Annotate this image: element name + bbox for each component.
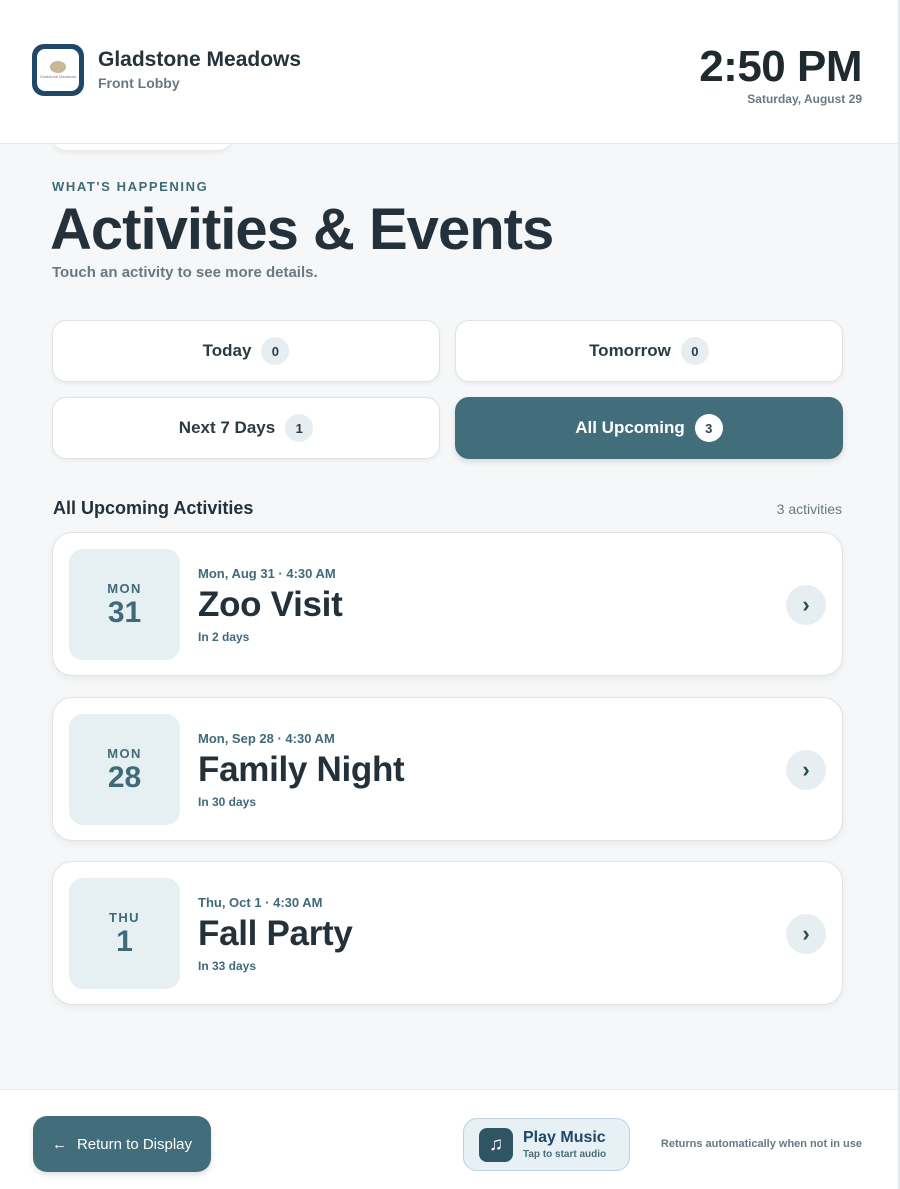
page-title: Activities & Events	[50, 197, 554, 262]
section-eyebrow: WHAT'S HAPPENING	[52, 179, 209, 194]
music-subtitle: Tap to start audio	[523, 1148, 607, 1160]
music-note-icon: ♫	[479, 1127, 513, 1162]
clock-date: Saturday, August 29	[747, 92, 862, 106]
event-card-family-night[interactable]: MON 28 Mon, Sep 28 · 4:30 AM Family Nigh…	[52, 697, 843, 841]
return-label: Return to Display	[76, 1135, 193, 1153]
event-datetime: Mon, Aug 31 · 4:30 AM	[198, 566, 336, 581]
facility-name: Gladstone Meadows	[98, 48, 302, 71]
event-datetime: Mon, Sep 28 · 4:30 AM	[198, 731, 335, 746]
filter-all-upcoming[interactable]: All Upcoming 3	[455, 397, 843, 459]
location-label: Front Lobby	[98, 75, 180, 91]
filter-label: Tomorrow	[589, 341, 671, 360]
event-datetime: Thu, Oct 1 · 4:30 AM	[198, 895, 323, 910]
filter-count-badge: 0	[680, 337, 709, 365]
event-title: Zoo Visit	[198, 585, 343, 624]
list-count: 3 activities	[776, 501, 842, 517]
filter-today[interactable]: Today 0	[52, 320, 440, 382]
event-title: Fall Party	[198, 914, 353, 953]
event-date-tile: MON 28	[69, 714, 180, 825]
logo-text: Gladstone Meadows	[39, 74, 77, 79]
arrow-left-icon: ←	[51, 1135, 67, 1153]
filter-next-7-days[interactable]: Next 7 Days 1	[52, 397, 440, 459]
filter-count-badge: 1	[285, 414, 314, 442]
event-relative-time: In 33 days	[198, 959, 257, 973]
filter-tomorrow[interactable]: Tomorrow 0	[455, 320, 843, 382]
event-title: Family Night	[198, 750, 405, 789]
footer-bar: ← Return to Display ♫ Play Music Tap to …	[0, 1089, 900, 1189]
chevron-right-icon[interactable]: ›	[786, 914, 826, 954]
page-subtitle: Touch an activity to see more details.	[52, 264, 318, 281]
event-weekday: THU	[109, 910, 140, 925]
event-weekday: MON	[107, 746, 142, 761]
event-day: 1	[116, 925, 133, 958]
play-music-button[interactable]: ♫ Play Music Tap to start audio	[463, 1118, 630, 1171]
event-date-tile: MON 31	[69, 549, 180, 660]
filter-label: Today	[202, 341, 252, 360]
return-to-display-button[interactable]: ← Return to Display	[33, 1116, 211, 1172]
chevron-right-icon[interactable]: ›	[786, 585, 826, 625]
event-weekday: MON	[107, 581, 142, 596]
music-title: Play Music	[523, 1129, 606, 1147]
event-relative-time: In 30 days	[198, 795, 257, 809]
header-bar: Gladstone Meadows Gladstone Meadows Fron…	[0, 0, 900, 144]
list-title: All Upcoming Activities	[53, 498, 254, 518]
event-day: 28	[107, 761, 142, 794]
clock-time: 2:50 PM	[699, 42, 862, 91]
event-relative-time: In 2 days	[198, 630, 250, 644]
chevron-right-icon[interactable]: ›	[786, 750, 826, 790]
event-card-zoo-visit[interactable]: MON 31 Mon, Aug 31 · 4:30 AM Zoo Visit I…	[52, 532, 843, 676]
event-card-fall-party[interactable]: THU 1 Thu, Oct 1 · 4:30 AM Fall Party In…	[52, 861, 843, 1005]
facility-logo: Gladstone Meadows	[32, 44, 84, 96]
event-day: 31	[107, 596, 142, 629]
filter-label: Next 7 Days	[178, 418, 276, 437]
logo-mark-icon	[50, 61, 66, 73]
event-date-tile: THU 1	[69, 878, 180, 989]
filter-count-badge: 0	[261, 337, 290, 365]
filter-label: All Upcoming	[575, 418, 685, 437]
filter-count-badge: 3	[694, 414, 723, 442]
auto-return-note: Returns automatically when not in use	[660, 1138, 862, 1150]
